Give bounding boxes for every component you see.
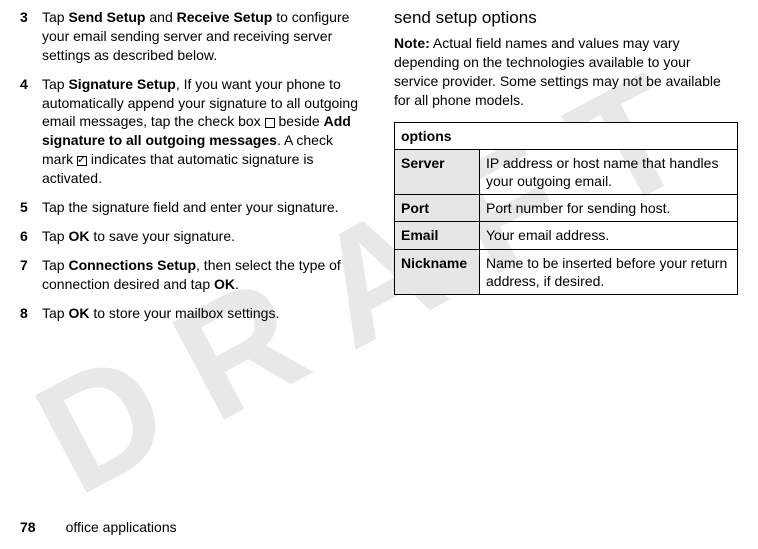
step-number: 4 [20, 75, 42, 188]
checkbox-empty-icon [265, 118, 275, 128]
option-label: Email [395, 222, 480, 249]
step-body: Tap Connections Setup, then select the t… [42, 256, 364, 294]
step-body: Tap Signature Setup, If you want your ph… [42, 75, 364, 188]
text: to store your mailbox settings. [89, 305, 279, 321]
text: and [145, 9, 176, 25]
text: Tap [42, 228, 68, 244]
options-table: options Server IP address or host name t… [394, 122, 738, 295]
text: to save your signature. [89, 228, 235, 244]
page-number: 78 [20, 519, 36, 535]
table-row: Nickname Name to be inserted before your… [395, 249, 738, 294]
option-desc: Your email address. [480, 222, 738, 249]
option-label: Server [395, 149, 480, 194]
step-body: Tap OK to store your mailbox settings. [42, 304, 364, 323]
option-label: Port [395, 195, 480, 222]
step-body: Tap Send Setup and Receive Setup to conf… [42, 8, 364, 65]
step-4: 4 Tap Signature Setup, If you want your … [20, 75, 364, 188]
footer-section: office applications [66, 519, 177, 535]
option-desc: Port number for sending host. [480, 195, 738, 222]
section-heading: send setup options [394, 8, 738, 28]
bold: OK [68, 305, 89, 321]
option-desc: Name to be inserted before your return a… [480, 249, 738, 294]
step-5: 5 Tap the signature field and enter your… [20, 198, 364, 217]
step-number: 5 [20, 198, 42, 217]
bold: Signature Setup [68, 76, 175, 92]
bold: OK [214, 276, 235, 292]
text: Tap [42, 257, 68, 273]
bold: OK [68, 228, 89, 244]
table-row: Server IP address or host name that hand… [395, 149, 738, 194]
option-desc: IP address or host name that handles you… [480, 149, 738, 194]
step-body: Tap the signature field and enter your s… [42, 198, 364, 217]
note-label: Note: [394, 35, 430, 51]
text: Tap [42, 305, 68, 321]
text: Tap [42, 76, 68, 92]
right-column: send setup options Note: Actual field na… [394, 8, 738, 332]
note-text: Note: Actual field names and values may … [394, 34, 738, 110]
table-row: Email Your email address. [395, 222, 738, 249]
table-row: Port Port number for sending host. [395, 195, 738, 222]
left-column: 3 Tap Send Setup and Receive Setup to co… [20, 8, 364, 332]
text: beside [275, 113, 324, 129]
step-number: 6 [20, 227, 42, 246]
text: Tap [42, 9, 68, 25]
note-body: Actual field names and values may vary d… [394, 35, 721, 108]
bold: Receive Setup [177, 9, 273, 25]
checkbox-checked-icon [77, 156, 87, 166]
step-6: 6 Tap OK to save your signature. [20, 227, 364, 246]
step-body: Tap OK to save your signature. [42, 227, 364, 246]
bold: Connections Setup [68, 257, 196, 273]
step-number: 8 [20, 304, 42, 323]
option-label: Nickname [395, 249, 480, 294]
table-header: options [395, 122, 738, 149]
step-8: 8 Tap OK to store your mailbox settings. [20, 304, 364, 323]
step-number: 3 [20, 8, 42, 65]
step-number: 7 [20, 256, 42, 294]
step-3: 3 Tap Send Setup and Receive Setup to co… [20, 8, 364, 65]
table-header-row: options [395, 122, 738, 149]
bold: Send Setup [68, 9, 145, 25]
text: . [235, 276, 239, 292]
step-7: 7 Tap Connections Setup, then select the… [20, 256, 364, 294]
content-area: 3 Tap Send Setup and Receive Setup to co… [20, 8, 738, 332]
page-footer: 78 office applications [20, 519, 177, 535]
